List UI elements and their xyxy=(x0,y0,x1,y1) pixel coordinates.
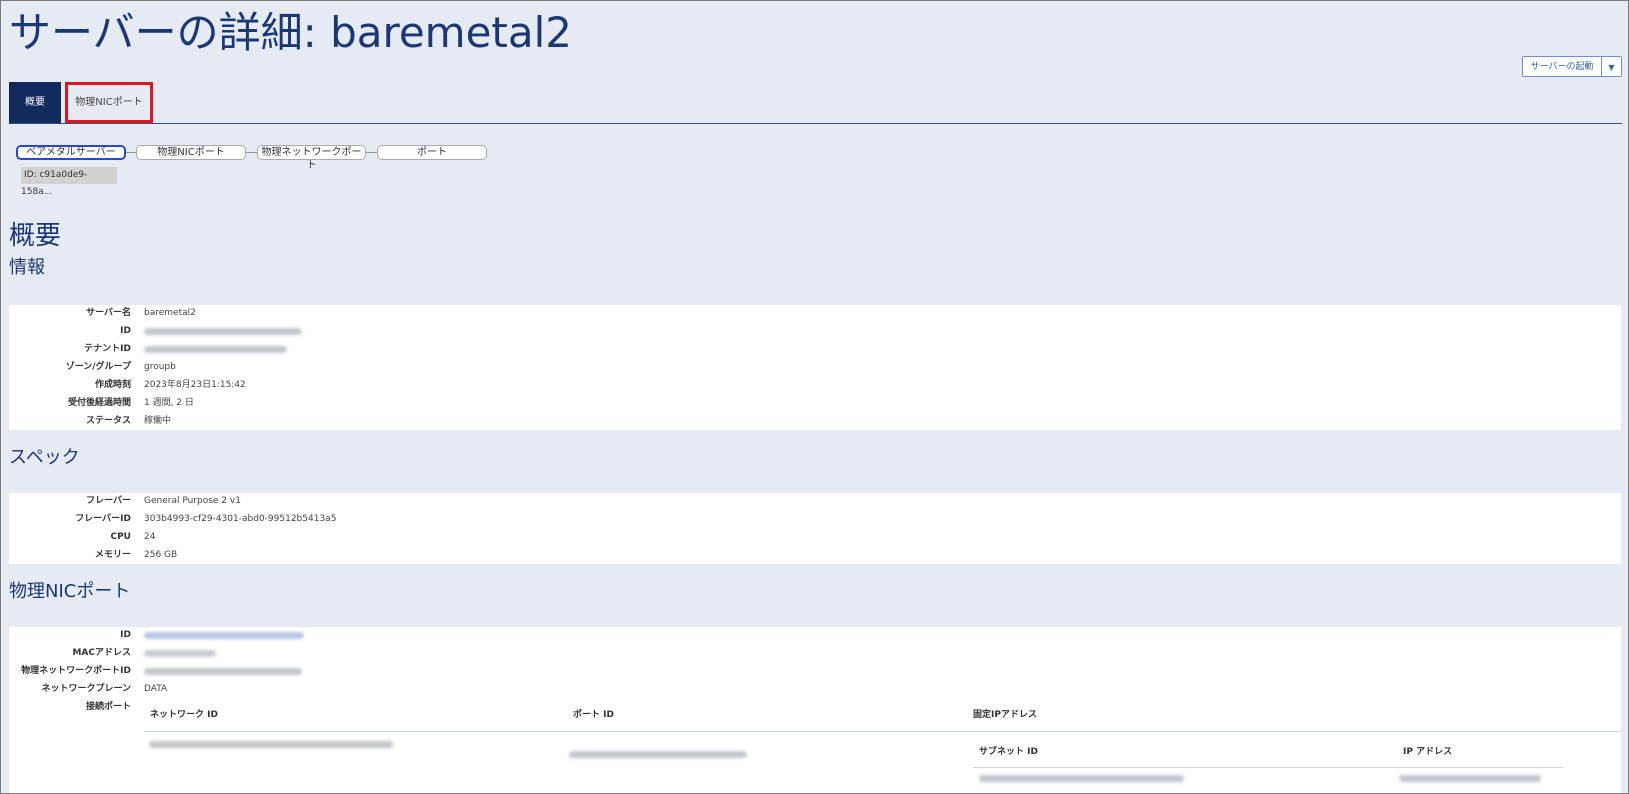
redacted-network-id xyxy=(149,741,393,748)
table-divider xyxy=(144,731,1621,732)
field-label: 作成時刻 xyxy=(94,380,131,390)
redacted-value[interactable] xyxy=(144,632,304,639)
info-panel: サーバー名 baremetal2 ID テナントID ゾーン/グループ grou… xyxy=(9,305,1621,430)
field-value: DATA xyxy=(144,684,168,694)
subtable-divider xyxy=(973,767,1563,768)
nic-row-physical-port-id: 物理ネットワークポートID xyxy=(9,663,1621,680)
info-row-tenant-id: テナントID xyxy=(9,341,1621,358)
breadcrumb-port[interactable]: ポート xyxy=(377,145,487,160)
field-value: groupb xyxy=(144,362,176,372)
field-label: 受付後経過時間 xyxy=(67,398,131,408)
field-label: ゾーン/グループ xyxy=(65,362,131,372)
field-label: フレーバーID xyxy=(75,514,131,524)
tab-physical-nic-port[interactable]: 物理NICポート xyxy=(65,82,153,123)
column-header: ネットワーク ID xyxy=(150,710,218,720)
nic-heading: 物理NICポート xyxy=(9,581,131,602)
nic-row-connected-port: 接続ポート xyxy=(9,699,1621,716)
field-label: ID xyxy=(120,326,131,336)
tab-overview[interactable]: 概要 xyxy=(9,82,61,123)
redacted-value xyxy=(144,346,287,353)
nic-row-id: ID xyxy=(9,627,1621,644)
redacted-subnet-id xyxy=(979,775,1184,782)
field-label: ステータス xyxy=(85,416,131,426)
breadcrumb-physical-network-port[interactable]: 物理ネットワークポート xyxy=(257,145,366,171)
sub-column-header: サブネット ID xyxy=(979,747,1038,757)
info-row-id: ID xyxy=(9,323,1621,340)
field-value: 303b4993-cf29-4301-abd0-99512b5413a5 xyxy=(144,514,337,524)
spec-heading: スペック xyxy=(9,447,80,468)
info-heading: 情報 xyxy=(9,257,45,278)
field-label: フレーバー xyxy=(86,496,131,506)
info-row-created: 作成時刻 2023年8月23日1:15:42 xyxy=(9,377,1621,394)
column-header: 固定IPアドレス xyxy=(973,710,1037,720)
overview-heading: 概要 xyxy=(9,221,62,251)
column-header: ポート ID xyxy=(573,710,614,720)
field-label: サーバー名 xyxy=(86,308,131,318)
info-row-server-name: サーバー名 baremetal2 xyxy=(9,305,1621,322)
redacted-ip-address xyxy=(1399,775,1541,782)
sub-column-header: IP アドレス xyxy=(1403,747,1453,757)
tab-bar: 概要 物理NICポート xyxy=(9,82,1622,124)
redacted-value xyxy=(144,650,216,657)
start-server-button[interactable]: サーバーの起動 xyxy=(1522,56,1602,77)
spec-row-flavor-id: フレーバーID 303b4993-cf29-4301-abd0-99512b54… xyxy=(9,511,1621,528)
info-row-zone-group: ゾーン/グループ groupb xyxy=(9,359,1621,376)
field-label: ID xyxy=(120,630,131,640)
field-value: General Purpose 2 v1 xyxy=(144,496,241,506)
nic-panel: ID MACアドレス 物理ネットワークポートID ネットワークプレーン DATA… xyxy=(9,627,1621,793)
start-server-button-group: サーバーの起動 ▼ xyxy=(1522,56,1622,77)
field-value: 1 週間, 2 日 xyxy=(144,398,194,408)
nic-row-mac: MACアドレス xyxy=(9,645,1621,662)
redacted-value xyxy=(144,328,302,335)
chevron-down-icon[interactable]: ▼ xyxy=(1602,56,1622,77)
field-label: CPU xyxy=(110,532,131,542)
spec-row-memory: メモリー 256 GB xyxy=(9,547,1621,564)
breadcrumb-baremetal-server[interactable]: ベアメタルサーバー xyxy=(16,145,126,160)
spec-panel: フレーバー General Purpose 2 v1 フレーバーID 303b4… xyxy=(9,493,1621,564)
field-value: 2023年8月23日1:15:42 xyxy=(144,380,246,390)
field-value: 24 xyxy=(144,532,156,542)
spec-row-flavor: フレーバー General Purpose 2 v1 xyxy=(9,493,1621,510)
info-row-elapsed: 受付後経過時間 1 週間, 2 日 xyxy=(9,395,1621,412)
nic-row-plane: ネットワークプレーン DATA xyxy=(9,681,1621,698)
field-label: メモリー xyxy=(94,550,131,560)
spec-row-cpu: CPU 24 xyxy=(9,529,1621,546)
breadcrumb-id-badge: ID: c91a0de9-158a... xyxy=(21,167,117,197)
redacted-value xyxy=(144,668,302,675)
field-value: baremetal2 xyxy=(144,308,196,318)
info-row-status: ステータス 稼働中 xyxy=(9,413,1621,430)
field-label: 物理ネットワークポートID xyxy=(21,666,131,676)
breadcrumb-connector xyxy=(246,152,257,153)
field-label: MACアドレス xyxy=(72,648,131,658)
field-label: 接続ポート xyxy=(85,702,131,712)
field-value: 256 GB xyxy=(144,550,178,560)
field-label: テナントID xyxy=(84,344,131,354)
redacted-port-id xyxy=(569,751,747,758)
page-title: サーバーの詳細: baremetal2 xyxy=(9,8,573,57)
field-label: ネットワークプレーン xyxy=(41,684,131,694)
breadcrumb-connector xyxy=(366,152,377,153)
field-value: 稼働中 xyxy=(144,416,172,426)
breadcrumb-connector xyxy=(126,152,136,153)
breadcrumb-physical-nic-port[interactable]: 物理NICポート xyxy=(136,145,246,160)
